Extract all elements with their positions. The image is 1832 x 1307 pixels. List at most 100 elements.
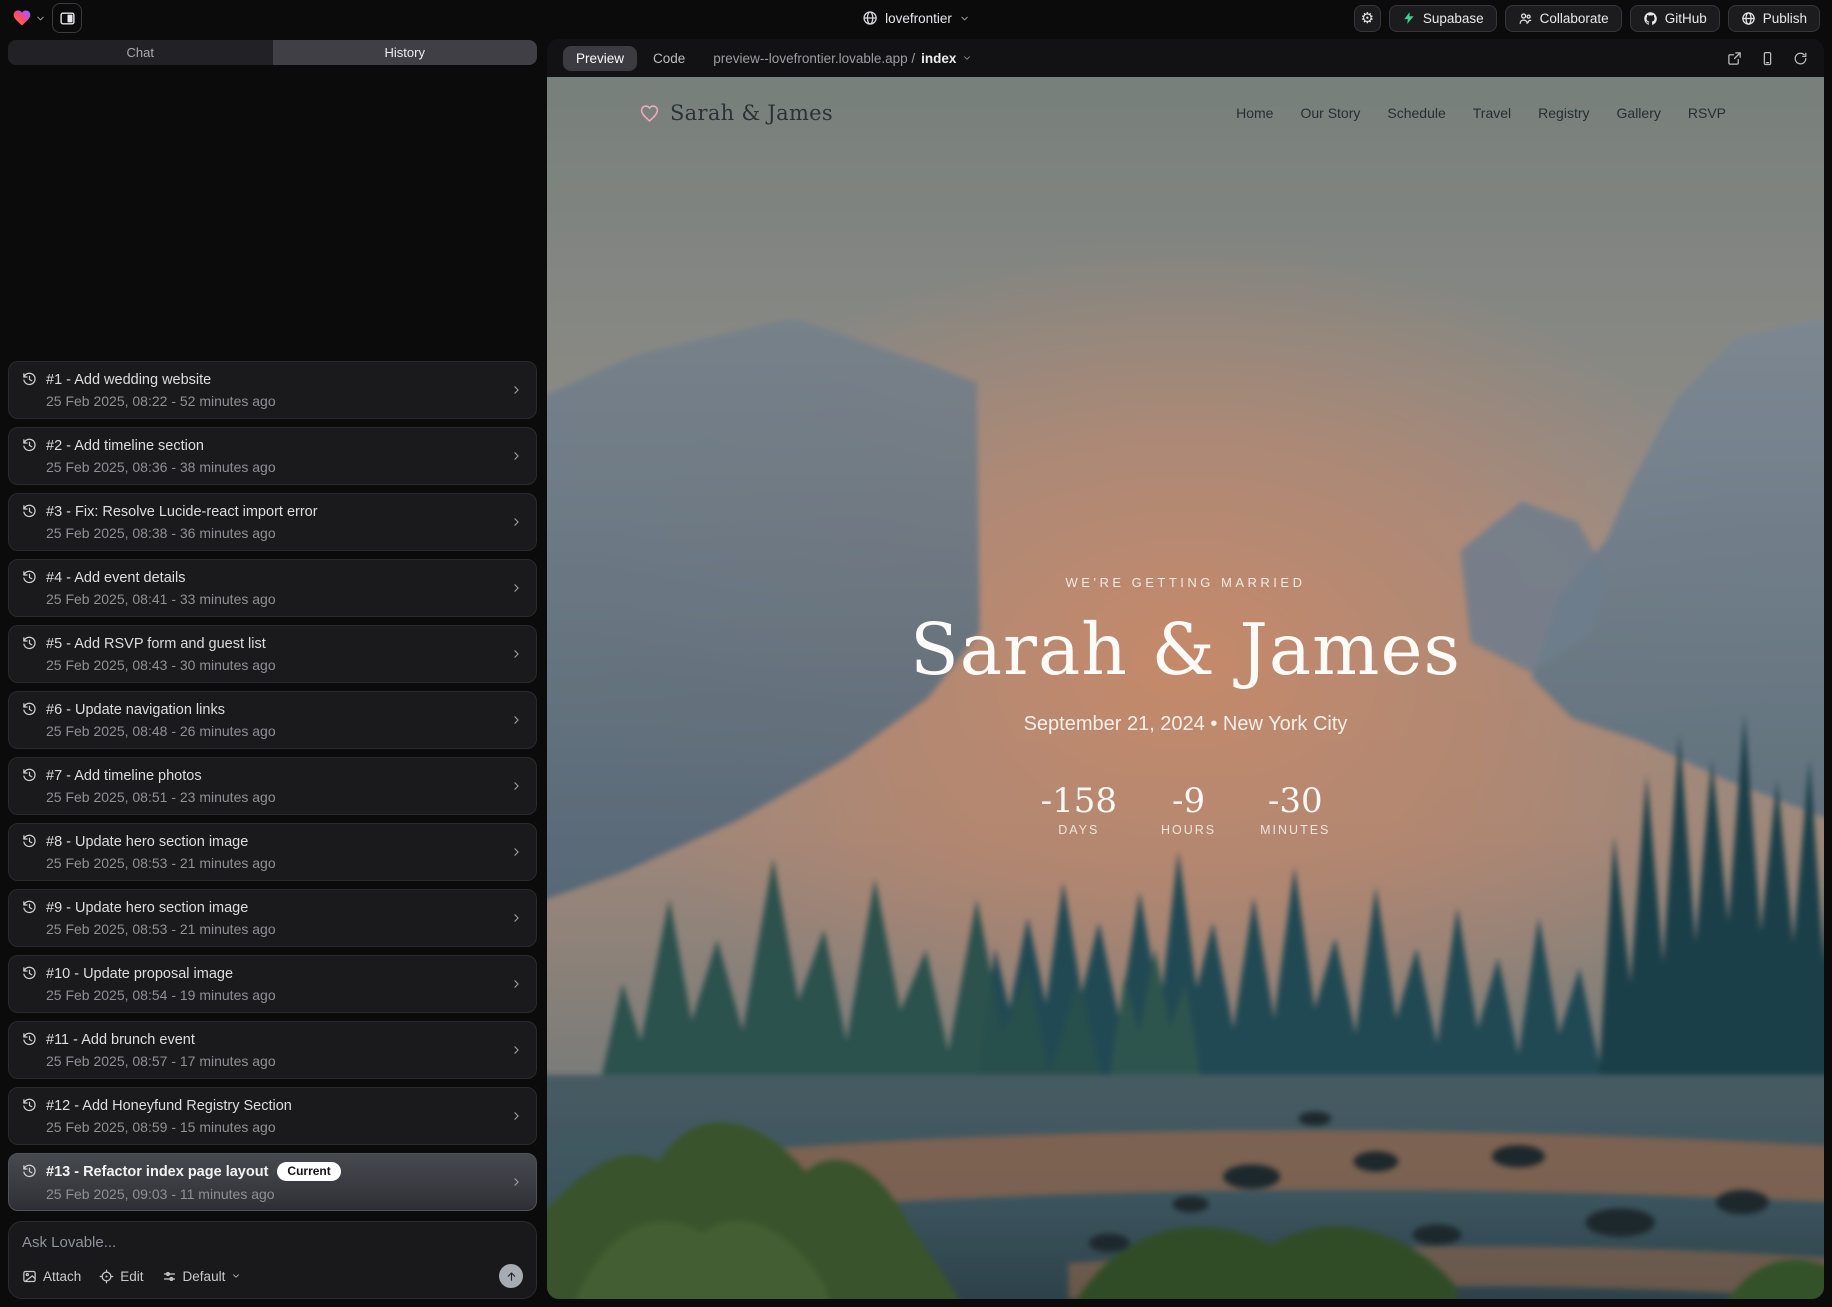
history-item-meta: 25 Feb 2025, 08:53 - 21 minutes ago (46, 855, 500, 871)
lovable-logo-menu[interactable] (12, 8, 46, 28)
preview-url-page: index (921, 51, 956, 66)
history-item-meta: 25 Feb 2025, 08:38 - 36 minutes ago (46, 525, 500, 541)
chevron-right-icon (510, 1110, 523, 1123)
project-switcher[interactable]: lovefrontier (862, 10, 970, 26)
chevron-right-icon (510, 648, 523, 661)
settings-button[interactable]: ⚙ (1354, 5, 1381, 32)
preview-url-host: preview--lovefrontier.lovable.app / (713, 51, 915, 66)
history-item[interactable]: #10 - Update proposal image 25 Feb 2025,… (8, 955, 537, 1013)
chevron-right-icon (510, 1176, 523, 1189)
history-item-meta: 25 Feb 2025, 08:57 - 17 minutes ago (46, 1053, 500, 1069)
chevron-down-icon (959, 13, 970, 24)
history-item[interactable]: #5 - Add RSVP form and guest list 25 Feb… (8, 625, 537, 683)
attach-button[interactable]: Attach (22, 1269, 81, 1284)
supabase-icon (1402, 11, 1416, 25)
current-badge: Current (277, 1162, 340, 1181)
chevron-down-icon (35, 13, 46, 24)
history-item-title: #8 - Update hero section image (46, 834, 248, 850)
history-item[interactable]: #11 - Add brunch event 25 Feb 2025, 08:5… (8, 1021, 537, 1079)
lovable-heart-icon (12, 8, 32, 28)
arrow-up-icon (505, 1270, 518, 1283)
history-clock-icon (22, 900, 37, 915)
history-item-meta: 25 Feb 2025, 08:59 - 15 minutes ago (46, 1119, 500, 1135)
hero-date-location: September 21, 2024 • New York City (547, 713, 1824, 736)
send-button[interactable] (499, 1264, 523, 1288)
chevron-right-icon (510, 516, 523, 529)
site-header: Sarah & James Home Our Story Schedule Tr… (547, 77, 1824, 149)
edit-select-icon (99, 1269, 114, 1284)
history-item-title: #7 - Add timeline photos (46, 768, 202, 784)
collaborate-users-icon (1518, 11, 1533, 26)
attach-image-icon (22, 1269, 37, 1284)
history-item[interactable]: #9 - Update hero section image 25 Feb 20… (8, 889, 537, 947)
chevron-right-icon (510, 978, 523, 991)
history-clock-icon (22, 504, 37, 519)
chevron-down-icon (231, 1271, 241, 1281)
chevron-right-icon (510, 384, 523, 397)
nav-link-travel[interactable]: Travel (1473, 105, 1511, 121)
history-item-title: #5 - Add RSVP form and guest list (46, 636, 266, 652)
chevron-right-icon (510, 582, 523, 595)
chevron-right-icon (510, 1044, 523, 1057)
nav-link-rsvp[interactable]: RSVP (1688, 105, 1726, 121)
site-brand[interactable]: Sarah & James (639, 101, 833, 125)
history-item-meta: 25 Feb 2025, 09:03 - 11 minutes ago (46, 1186, 500, 1202)
ask-lovable-input[interactable] (22, 1234, 523, 1251)
history-item-meta: 25 Feb 2025, 08:41 - 33 minutes ago (46, 591, 500, 607)
nav-link-registry[interactable]: Registry (1538, 105, 1589, 121)
history-item-meta: 25 Feb 2025, 08:48 - 26 minutes ago (46, 723, 500, 739)
nav-link-schedule[interactable]: Schedule (1387, 105, 1445, 121)
history-item-title: #2 - Add timeline section (46, 438, 204, 454)
history-item-meta: 25 Feb 2025, 08:43 - 30 minutes ago (46, 657, 500, 673)
history-clock-icon (22, 768, 37, 783)
history-item-title: #11 - Add brunch event (46, 1032, 195, 1048)
chat-sidebar: Chat History #1 - Add wedding website 25… (0, 36, 545, 1307)
supabase-button[interactable]: Supabase (1389, 5, 1497, 32)
globe-icon (862, 10, 878, 26)
preview-url[interactable]: preview--lovefrontier.lovable.app / inde… (713, 51, 972, 66)
tab-chat[interactable]: Chat (8, 40, 273, 65)
history-item[interactable]: #7 - Add timeline photos 25 Feb 2025, 08… (8, 757, 537, 815)
countdown-minutes: -30 MINUTES (1260, 784, 1330, 837)
history-item-meta: 25 Feb 2025, 08:54 - 19 minutes ago (46, 987, 500, 1003)
history-item-meta: 25 Feb 2025, 08:51 - 23 minutes ago (46, 789, 500, 805)
history-item[interactable]: #3 - Fix: Resolve Lucide-react import er… (8, 493, 537, 551)
history-item[interactable]: #4 - Add event details 25 Feb 2025, 08:4… (8, 559, 537, 617)
nav-link-our-story[interactable]: Our Story (1300, 105, 1360, 121)
history-clock-icon (22, 1098, 37, 1113)
sidebar-toggle-button[interactable] (52, 3, 82, 33)
panel-left-icon (59, 10, 76, 27)
history-list: #1 - Add wedding website 25 Feb 2025, 08… (8, 353, 537, 1211)
history-item[interactable]: #2 - Add timeline section 25 Feb 2025, 0… (8, 427, 537, 485)
site-brand-name: Sarah & James (670, 101, 833, 125)
github-button[interactable]: GitHub (1630, 5, 1720, 32)
refresh-icon[interactable] (1793, 51, 1808, 66)
hero-eyebrow: WE'RE GETTING MARRIED (547, 575, 1824, 590)
history-item[interactable]: #8 - Update hero section image 25 Feb 20… (8, 823, 537, 881)
history-clock-icon (22, 966, 37, 981)
mobile-view-icon[interactable] (1760, 51, 1775, 66)
tab-preview[interactable]: Preview (563, 46, 637, 71)
publish-button[interactable]: Publish (1728, 5, 1820, 32)
collaborate-button[interactable]: Collaborate (1505, 5, 1622, 32)
history-item-meta: 25 Feb 2025, 08:36 - 38 minutes ago (46, 459, 500, 475)
nav-link-gallery[interactable]: Gallery (1617, 105, 1661, 121)
edit-button[interactable]: Edit (99, 1269, 143, 1284)
history-item-title: #13 - Refactor index page layout (46, 1164, 268, 1180)
nav-link-home[interactable]: Home (1236, 105, 1273, 121)
history-clock-icon (22, 438, 37, 453)
history-item[interactable]: #6 - Update navigation links 25 Feb 2025… (8, 691, 537, 749)
mode-select[interactable]: Default (162, 1269, 242, 1284)
tab-code[interactable]: Code (653, 51, 685, 66)
tab-history[interactable]: History (273, 40, 538, 65)
chevron-right-icon (510, 714, 523, 727)
open-in-new-tab-icon[interactable] (1727, 51, 1742, 66)
history-item[interactable]: #13 - Refactor index page layout Current… (8, 1153, 537, 1211)
history-item[interactable]: #12 - Add Honeyfund Registry Section 25 … (8, 1087, 537, 1145)
history-item[interactable]: #1 - Add wedding website 25 Feb 2025, 08… (8, 361, 537, 419)
history-item-title: #9 - Update hero section image (46, 900, 248, 916)
preview-card: Preview Code preview--lovefrontier.lovab… (547, 39, 1824, 1299)
history-clock-icon (22, 570, 37, 585)
history-item-title: #10 - Update proposal image (46, 966, 233, 982)
hero-title: Sarah & James (547, 608, 1824, 691)
